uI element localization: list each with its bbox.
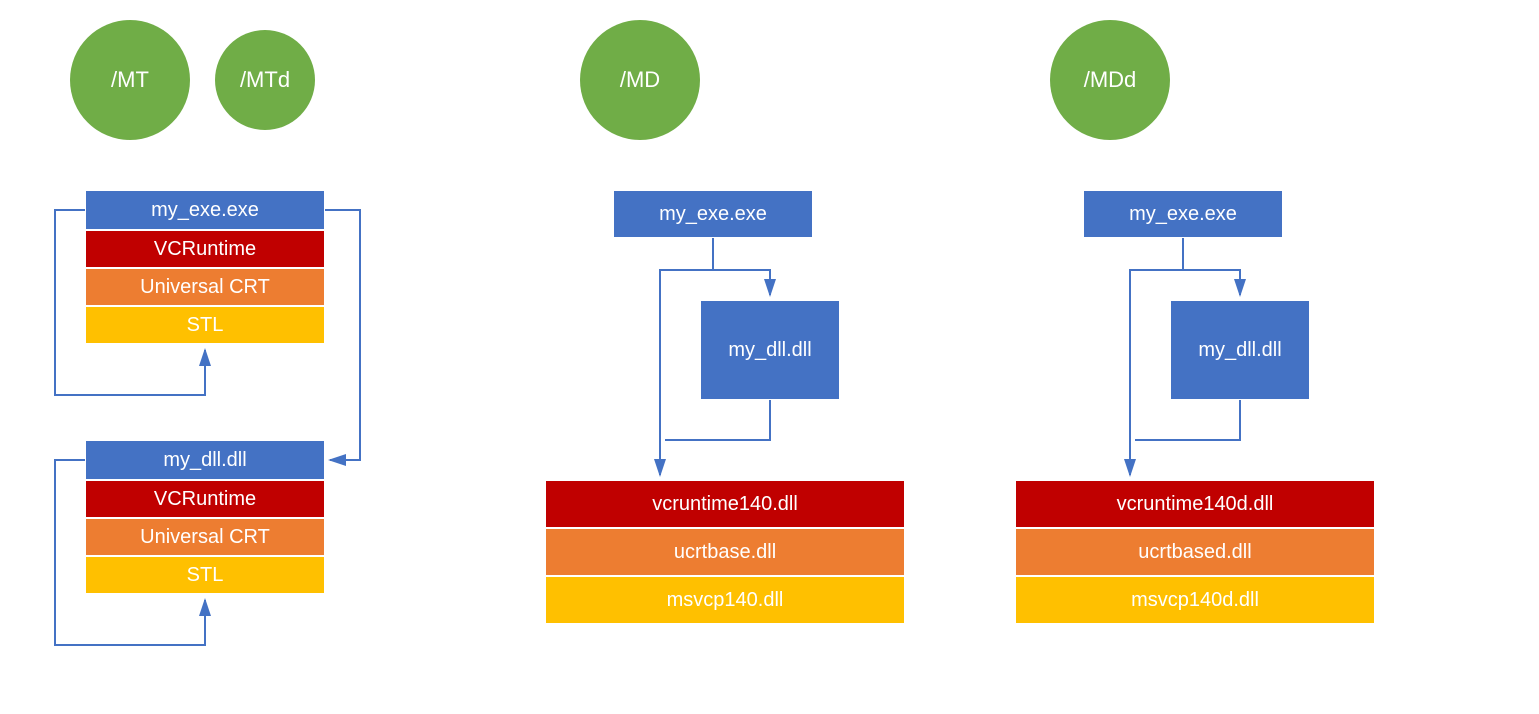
arrow-mdd-dll-to-stack: [1135, 400, 1240, 440]
mt-stack2-ucrt: Universal CRT: [85, 518, 325, 556]
md-vcruntime: vcruntime140.dll: [545, 480, 905, 528]
circle-mdd: /MDd: [1050, 20, 1170, 140]
mdd-ucrtbase: ucrtbased.dll: [1015, 528, 1375, 576]
arrow-mdd-exe-to-dll: [1183, 238, 1240, 295]
mt-stack2-vcr: VCRuntime: [85, 480, 325, 518]
mt-stack1-stl: STL: [85, 306, 325, 344]
md-dll: my_dll.dll: [700, 300, 840, 400]
arrow-mt-exe-to-dll: [325, 210, 360, 460]
mdd-vcruntime: vcruntime140d.dll: [1015, 480, 1375, 528]
circle-mtd: /MTd: [215, 30, 315, 130]
md-msvcp: msvcp140.dll: [545, 576, 905, 624]
mt-stack2-dll: my_dll.dll: [85, 440, 325, 480]
md-exe: my_exe.exe: [613, 190, 813, 238]
mt-stack1-vcr: VCRuntime: [85, 230, 325, 268]
mt-stack1-exe: my_exe.exe: [85, 190, 325, 230]
mdd-exe: my_exe.exe: [1083, 190, 1283, 238]
arrow-md-dll-to-stack: [665, 400, 770, 440]
mdd-msvcp: msvcp140d.dll: [1015, 576, 1375, 624]
arrow-md-exe-to-dll: [713, 238, 770, 295]
circle-md: /MD: [580, 20, 700, 140]
mt-stack1-ucrt: Universal CRT: [85, 268, 325, 306]
md-ucrtbase: ucrtbase.dll: [545, 528, 905, 576]
mt-stack2-stl: STL: [85, 556, 325, 594]
mdd-dll: my_dll.dll: [1170, 300, 1310, 400]
circle-mt: /MT: [70, 20, 190, 140]
